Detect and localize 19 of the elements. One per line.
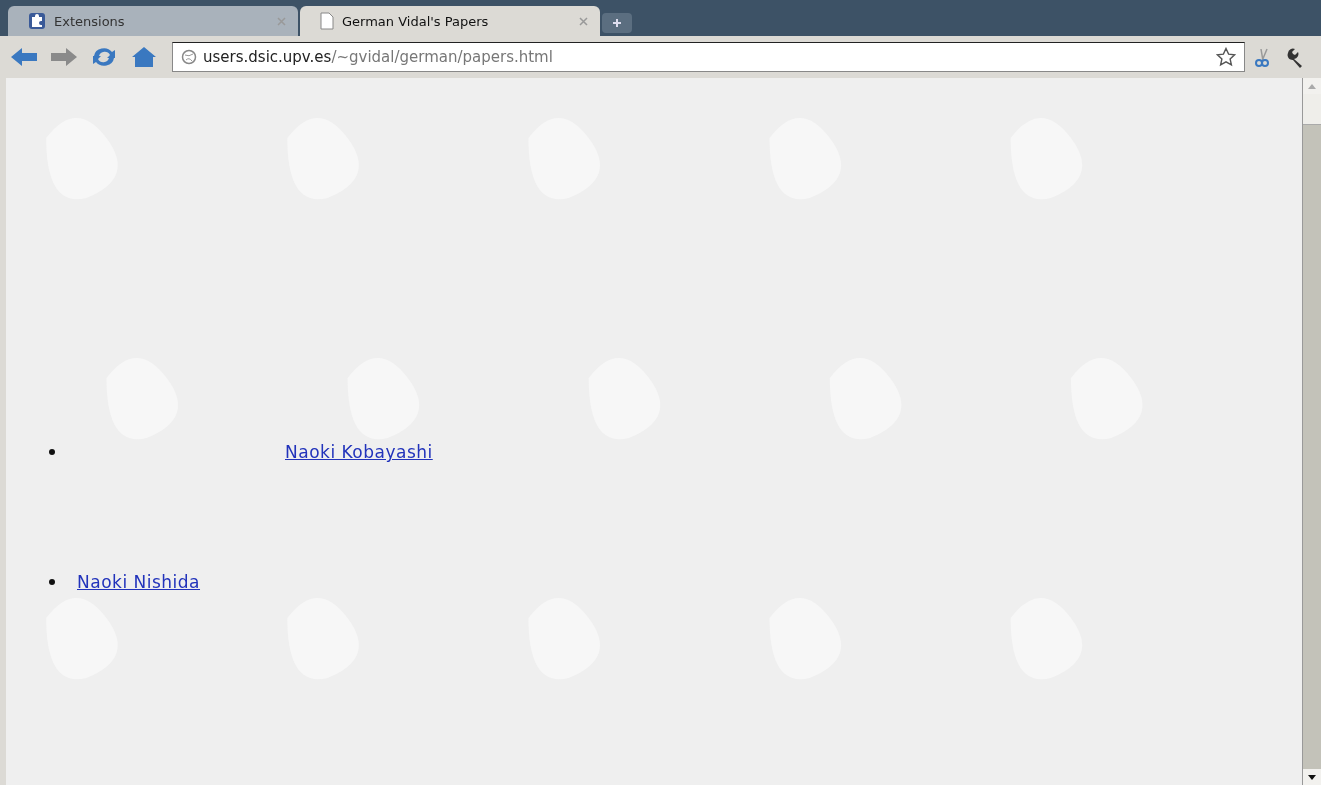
author-link[interactable]: Naoki Kobayashi — [285, 442, 433, 462]
down-arrow-icon[interactable] — [1308, 774, 1316, 780]
bullet-icon — [49, 449, 55, 455]
up-arrow-icon[interactable] — [1308, 83, 1316, 89]
address-bar[interactable]: users.dsic.upv.es/~gvidal/german/papers.html — [172, 42, 1245, 72]
plus-icon — [612, 18, 622, 28]
close-icon[interactable] — [579, 16, 588, 26]
author-link[interactable]: Naoki Nishida — [77, 572, 200, 592]
star-icon[interactable] — [1216, 47, 1236, 67]
browser-tab[interactable]: Extensions — [8, 6, 298, 36]
scrollbar[interactable] — [1302, 78, 1321, 785]
browser-tab[interactable]: German Vidal's Papers — [300, 6, 600, 36]
page-icon — [320, 12, 334, 30]
scrollbar-thumb[interactable] — [1303, 94, 1321, 125]
puzzle-icon — [28, 12, 46, 30]
url-path: /~gvidal/german/papers.html — [331, 48, 553, 66]
new-tab-button[interactable] — [602, 13, 632, 33]
bullet-icon — [49, 579, 55, 585]
url-host: users.dsic.upv.es — [203, 48, 332, 66]
